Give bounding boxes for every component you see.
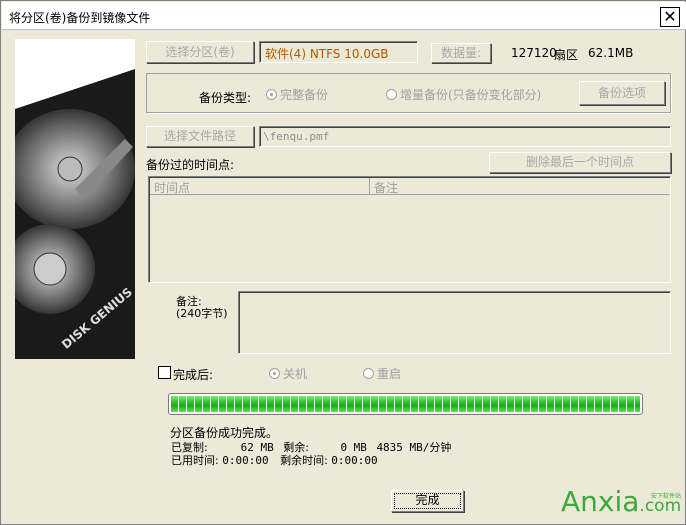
sector-unit: 扇区 <box>554 48 579 62</box>
file-path-input[interactable]: \fenqu.pmf <box>259 126 671 147</box>
remaining-label: 剩余: <box>283 441 309 454</box>
shutdown-radio[interactable]: 关机 <box>269 365 307 382</box>
backup-type-label: 备份类型: <box>199 91 252 105</box>
status-text: 分区备份成功完成。 <box>170 426 279 440</box>
restart-radio[interactable]: 重启 <box>363 365 401 382</box>
progress-fill <box>171 396 640 412</box>
incremental-backup-label: 增量备份(只备份变化部分) <box>400 88 542 102</box>
watermark-tag: 安下软件站 <box>651 493 682 500</box>
watermark-text: Anxia <box>561 485 640 518</box>
select-partition-button[interactable]: 选择分区(卷) <box>146 41 254 63</box>
progress-bar <box>168 393 643 415</box>
remaining-value: 0 MB <box>340 441 367 454</box>
timepoints-label: 备份过的时间点: <box>146 158 235 172</box>
radio-icon <box>386 89 397 100</box>
after-completion-checkbox[interactable] <box>158 366 171 379</box>
sector-count: 127120 <box>511 46 557 60</box>
backup-dialog: 将分区(卷)备份到镜像文件 ✕ DISK GENIUS 选择分区(卷) 软件(4… <box>0 0 686 525</box>
full-backup-radio[interactable]: 完整备份 <box>266 86 328 103</box>
radio-icon <box>266 89 277 100</box>
restart-label: 重启 <box>377 367 402 381</box>
copied-value: 62 MB <box>240 441 274 454</box>
note-textarea[interactable] <box>238 291 671 354</box>
time-left-value: 0:00:00 <box>331 454 378 467</box>
close-icon[interactable]: ✕ <box>660 7 680 27</box>
time-left-label: 剩余时间: <box>280 454 328 467</box>
copied-label: 已复制: <box>171 441 208 454</box>
window-title: 将分区(卷)备份到镜像文件 <box>9 11 151 25</box>
full-backup-label: 完整备份 <box>280 88 329 102</box>
shutdown-label: 关机 <box>283 367 308 381</box>
radio-icon <box>363 368 374 379</box>
elapsed-label: 已用时间: <box>171 454 219 467</box>
data-size: 62.1MB <box>588 46 634 60</box>
backup-options-button[interactable]: 备份选项 <box>579 81 665 105</box>
speed-value: 4835 MB/分钟 <box>376 441 452 454</box>
finish-button[interactable]: 完成 <box>391 490 464 512</box>
incremental-backup-radio[interactable]: 增量备份(只备份变化部分) <box>386 86 541 103</box>
timepoints-list[interactable]: 时间点 备注 <box>148 176 671 283</box>
select-file-path-button[interactable]: 选择文件路径 <box>146 126 254 147</box>
data-size-button[interactable]: 数据量: <box>431 43 491 63</box>
column-header-timepoint[interactable]: 时间点 <box>150 178 370 195</box>
column-header-note[interactable]: 备注 <box>370 178 669 195</box>
note-hint: (240字节) <box>176 307 228 320</box>
radio-icon <box>269 368 280 379</box>
disk-genius-image: DISK GENIUS <box>5 39 135 359</box>
after-completion-label: 完成后: <box>173 368 214 382</box>
delete-last-timepoint-button[interactable]: 删除最后一个时间点 <box>489 152 671 173</box>
title-bar: 将分区(卷)备份到镜像文件 ✕ <box>2 2 686 30</box>
partition-field: 软件(4) NTFS 10.0GB <box>259 41 418 63</box>
elapsed-value: 0:00:00 <box>222 454 269 467</box>
stats: 已复制: 62 MB 剩余: 0 MB 4835 MB/分钟 已用时间: 0:00:… <box>171 441 451 467</box>
